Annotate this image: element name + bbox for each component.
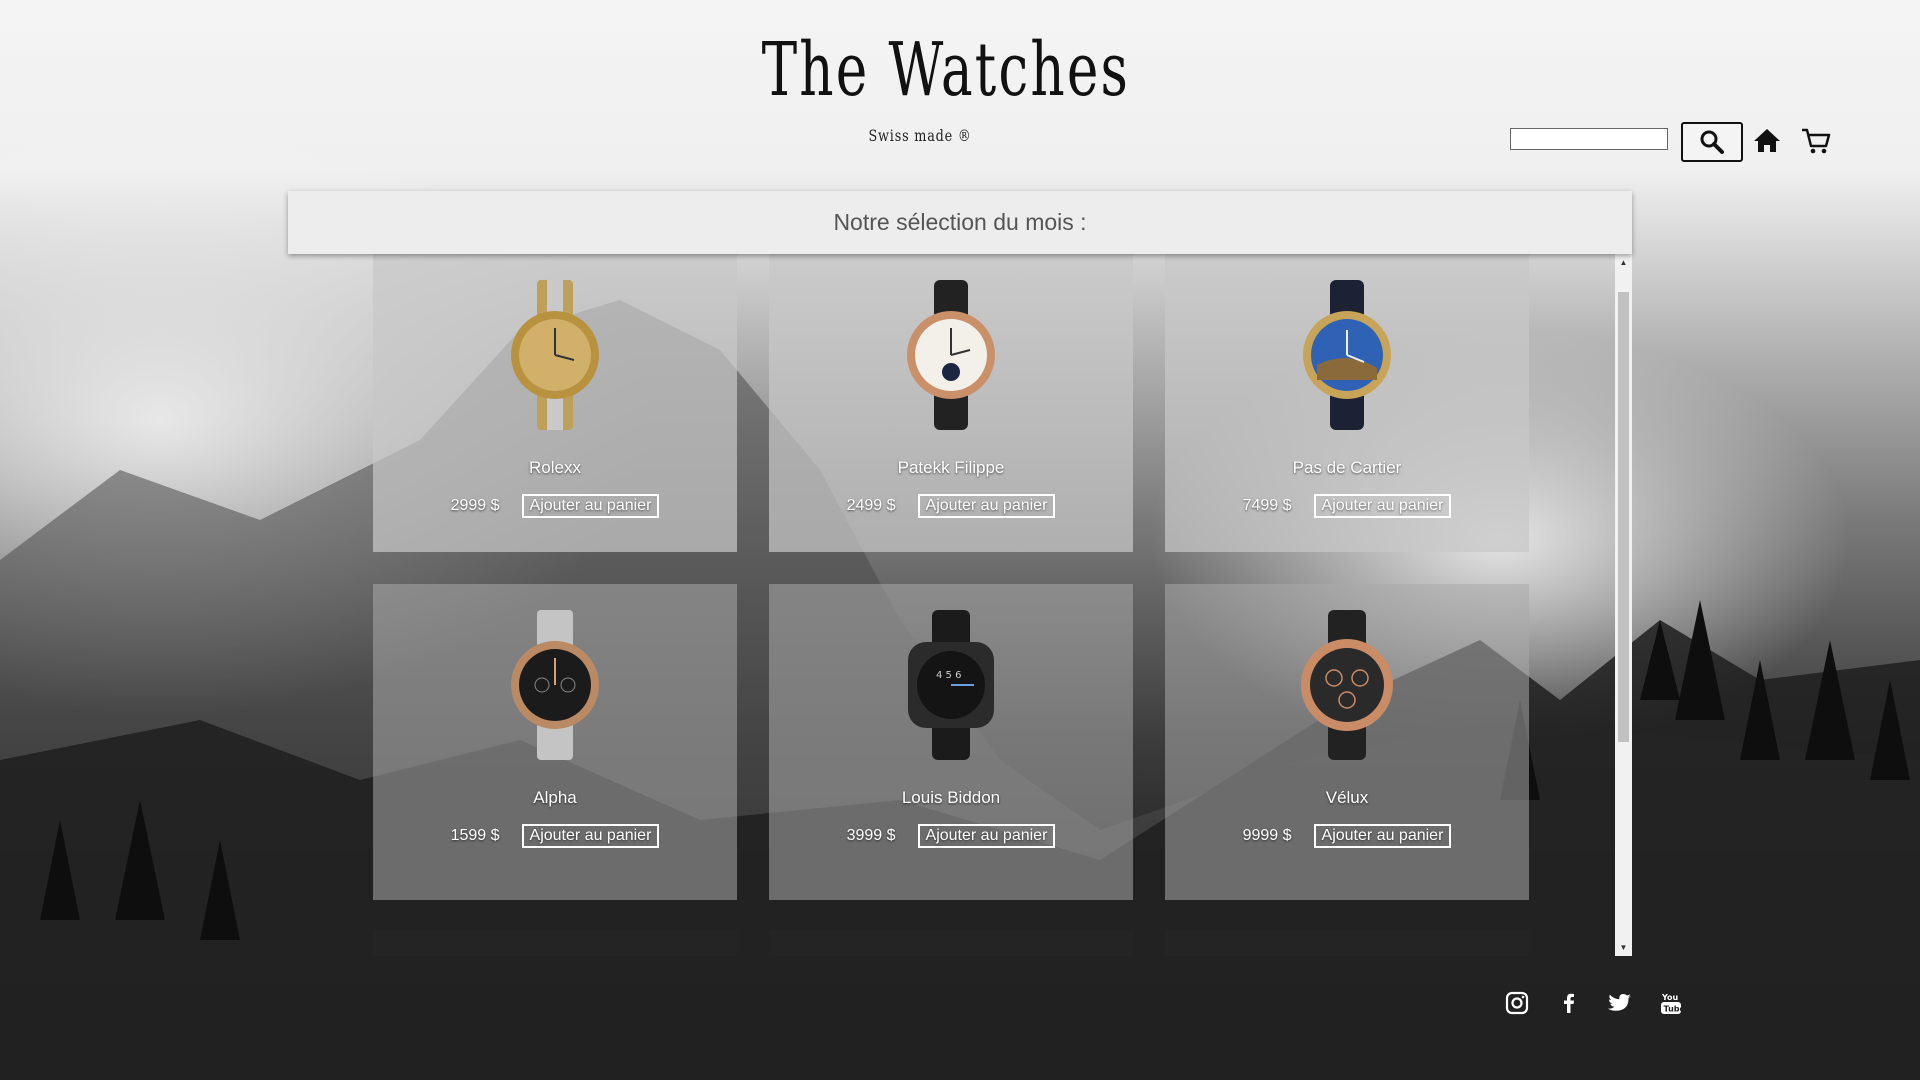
- product-card: Pas de Cartier 7499 $ Ajouter au panier: [1165, 254, 1529, 552]
- search-button[interactable]: [1681, 122, 1743, 162]
- site-title: The Watches: [761, 27, 1131, 113]
- search-input[interactable]: [1510, 128, 1668, 150]
- facebook-icon: [1564, 993, 1574, 1013]
- cart-button[interactable]: [1799, 125, 1833, 157]
- watch-blue-dial-image: [1303, 280, 1391, 430]
- search-icon: [1700, 130, 1724, 154]
- add-to-cart-button[interactable]: Ajouter au panier: [917, 824, 1056, 848]
- home-icon: [1754, 129, 1780, 152]
- product-card: Vélux 9999 $ Ajouter au panier: [1165, 584, 1529, 900]
- instagram-link[interactable]: [1504, 990, 1530, 1016]
- product-price: 1599 $: [450, 827, 500, 844]
- svg-text:You: You: [1661, 993, 1679, 1002]
- product-price: 9999 $: [1242, 827, 1292, 844]
- instagram-icon: [1505, 991, 1529, 1015]
- svg-text:Tube: Tube: [1664, 1005, 1685, 1014]
- scroll-thumb[interactable]: [1618, 292, 1629, 742]
- watch-rose-gold-moonphase-image: [907, 280, 995, 430]
- product-card: 4 5 6 Louis Biddon 3999 $ Ajouter au pan…: [769, 584, 1133, 900]
- product-name: Vélux: [1325, 788, 1369, 807]
- add-to-cart-button[interactable]: Ajouter au panier: [1313, 494, 1452, 518]
- svg-text:4 5 6: 4 5 6: [936, 670, 961, 681]
- site-subtitle: Swiss made ®: [868, 126, 972, 145]
- twitter-link[interactable]: [1607, 990, 1633, 1016]
- product-name: Pas de Cartier: [1292, 458, 1402, 477]
- add-to-cart-button[interactable]: Ajouter au panier: [1313, 824, 1452, 848]
- cart-icon: [1802, 128, 1831, 154]
- product-card: Rolexx 2999 $ Ajouter au panier: [373, 254, 737, 552]
- watch-black-chronograph-image: [511, 610, 599, 760]
- product-price: 3999 $: [846, 827, 896, 844]
- selection-heading: Notre sélection du mois :: [833, 209, 1087, 235]
- add-to-cart-button[interactable]: Ajouter au panier: [917, 494, 1056, 518]
- product-name: Louis Biddon: [901, 788, 1001, 807]
- add-to-cart-button[interactable]: Ajouter au panier: [521, 824, 660, 848]
- scroll-down-arrow[interactable]: ▼: [1615, 939, 1632, 956]
- home-button[interactable]: [1752, 125, 1782, 155]
- watch-rose-gold-skeleton-image: [1301, 610, 1393, 760]
- watch-gold-two-tone-image: [511, 280, 599, 430]
- product-price: 2499 $: [846, 497, 896, 514]
- product-name: Rolexx: [529, 458, 581, 477]
- youtube-link[interactable]: You Tube: [1658, 990, 1686, 1016]
- product-card-partial: [373, 930, 737, 956]
- facebook-link[interactable]: [1556, 990, 1582, 1016]
- watch-black-square-image: 4 5 6: [908, 610, 994, 760]
- product-card-partial: [1165, 930, 1529, 956]
- product-card: Alpha 1599 $ Ajouter au panier: [373, 584, 737, 900]
- product-price: 7499 $: [1242, 497, 1292, 514]
- add-to-cart-button[interactable]: Ajouter au panier: [521, 494, 660, 518]
- product-name: Alpha: [533, 788, 577, 807]
- product-scrollbar[interactable]: ▲ ▼: [1615, 254, 1632, 956]
- brand-header: The Watches Swiss made ®: [700, 20, 1140, 145]
- youtube-icon: You Tube: [1661, 993, 1686, 1014]
- selection-heading-bar: Notre sélection du mois :: [288, 191, 1632, 254]
- product-card: Patekk Filippe 2499 $ Ajouter au panier: [769, 254, 1133, 552]
- twitter-icon: [1608, 994, 1631, 1011]
- product-name: Patekk Filippe: [897, 458, 1005, 477]
- scroll-up-arrow[interactable]: ▲: [1615, 254, 1632, 271]
- product-card-partial: [769, 930, 1133, 956]
- product-price: 2999 $: [450, 497, 500, 514]
